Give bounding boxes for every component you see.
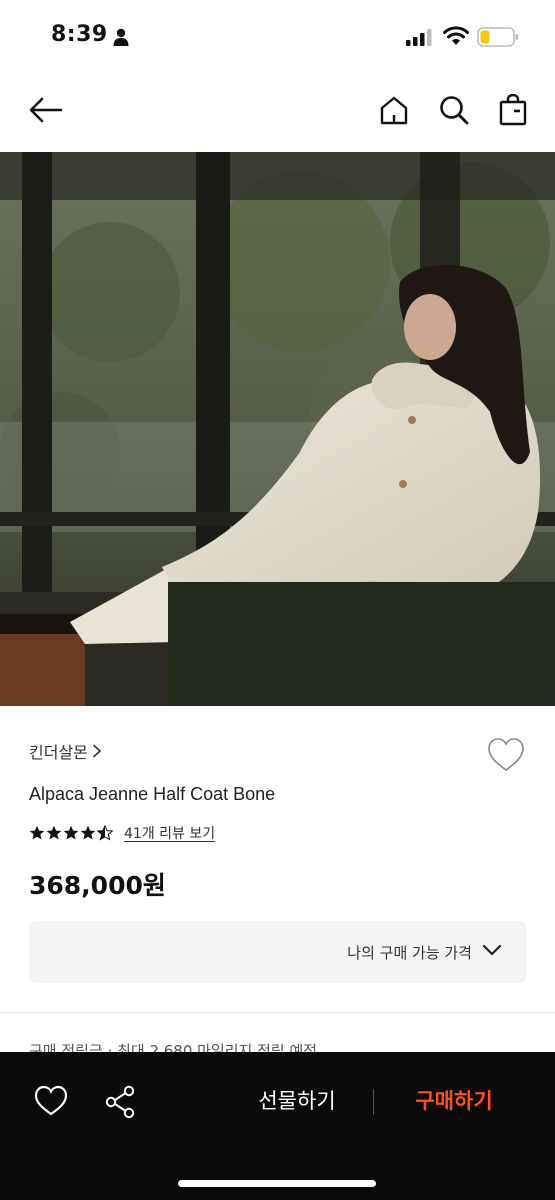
star-half-icon: [97, 825, 113, 841]
heart-icon: [34, 1085, 68, 1116]
back-button[interactable]: [26, 90, 66, 130]
shopping-bag-icon: [499, 94, 527, 126]
product-name: Alpaca Jeanne Half Coat Bone: [29, 784, 276, 804]
chevron-down-icon: [482, 944, 502, 956]
bottom-action-bar: 선물하기 구매하기: [0, 1052, 555, 1200]
brand-name: 킨더살몬: [29, 743, 88, 762]
brand-link[interactable]: 킨더살몬: [29, 739, 102, 763]
home-icon: [380, 96, 408, 125]
chevron-right-icon: [93, 744, 102, 758]
star-icon: [80, 825, 96, 840]
battery-icon: [477, 27, 518, 47]
home-button[interactable]: [374, 90, 414, 130]
wishlist-button[interactable]: [487, 737, 525, 773]
gift-button[interactable]: 선물하기: [238, 1085, 356, 1119]
star-icon: [29, 825, 45, 840]
nav-bar: [0, 76, 555, 152]
buy-button[interactable]: 구매하기: [396, 1085, 512, 1119]
rating-row: 41개 리뷰 보기: [29, 823, 215, 843]
star-rating: [29, 825, 114, 841]
product-photo: [0, 152, 555, 706]
person-icon: [113, 28, 129, 46]
back-arrow-icon: [29, 97, 63, 123]
review-link[interactable]: 41개 리뷰 보기: [124, 823, 215, 843]
my-price-dropdown[interactable]: 나의 구매 가능 가격: [29, 921, 526, 983]
share-icon: [105, 1085, 135, 1119]
product-image[interactable]: [0, 152, 555, 706]
bottom-wishlist-button[interactable]: [34, 1085, 68, 1117]
signal-icon: [406, 29, 432, 46]
section-divider: [0, 1012, 555, 1013]
action-separator: [373, 1089, 374, 1115]
my-price-label: 나의 구매 가능 가격: [347, 944, 472, 962]
share-button[interactable]: [104, 1085, 136, 1119]
status-time: 8:39: [51, 22, 108, 47]
product-price: 368,000원: [29, 871, 166, 900]
status-bar: 8:39: [0, 0, 555, 76]
star-icon: [63, 825, 79, 840]
star-icon: [46, 825, 62, 840]
search-icon: [440, 96, 469, 125]
shopping-bag-button[interactable]: [493, 90, 533, 130]
heart-icon: [488, 738, 524, 771]
wifi-icon: [443, 26, 469, 45]
search-button[interactable]: [434, 90, 474, 130]
home-indicator: [178, 1180, 376, 1187]
